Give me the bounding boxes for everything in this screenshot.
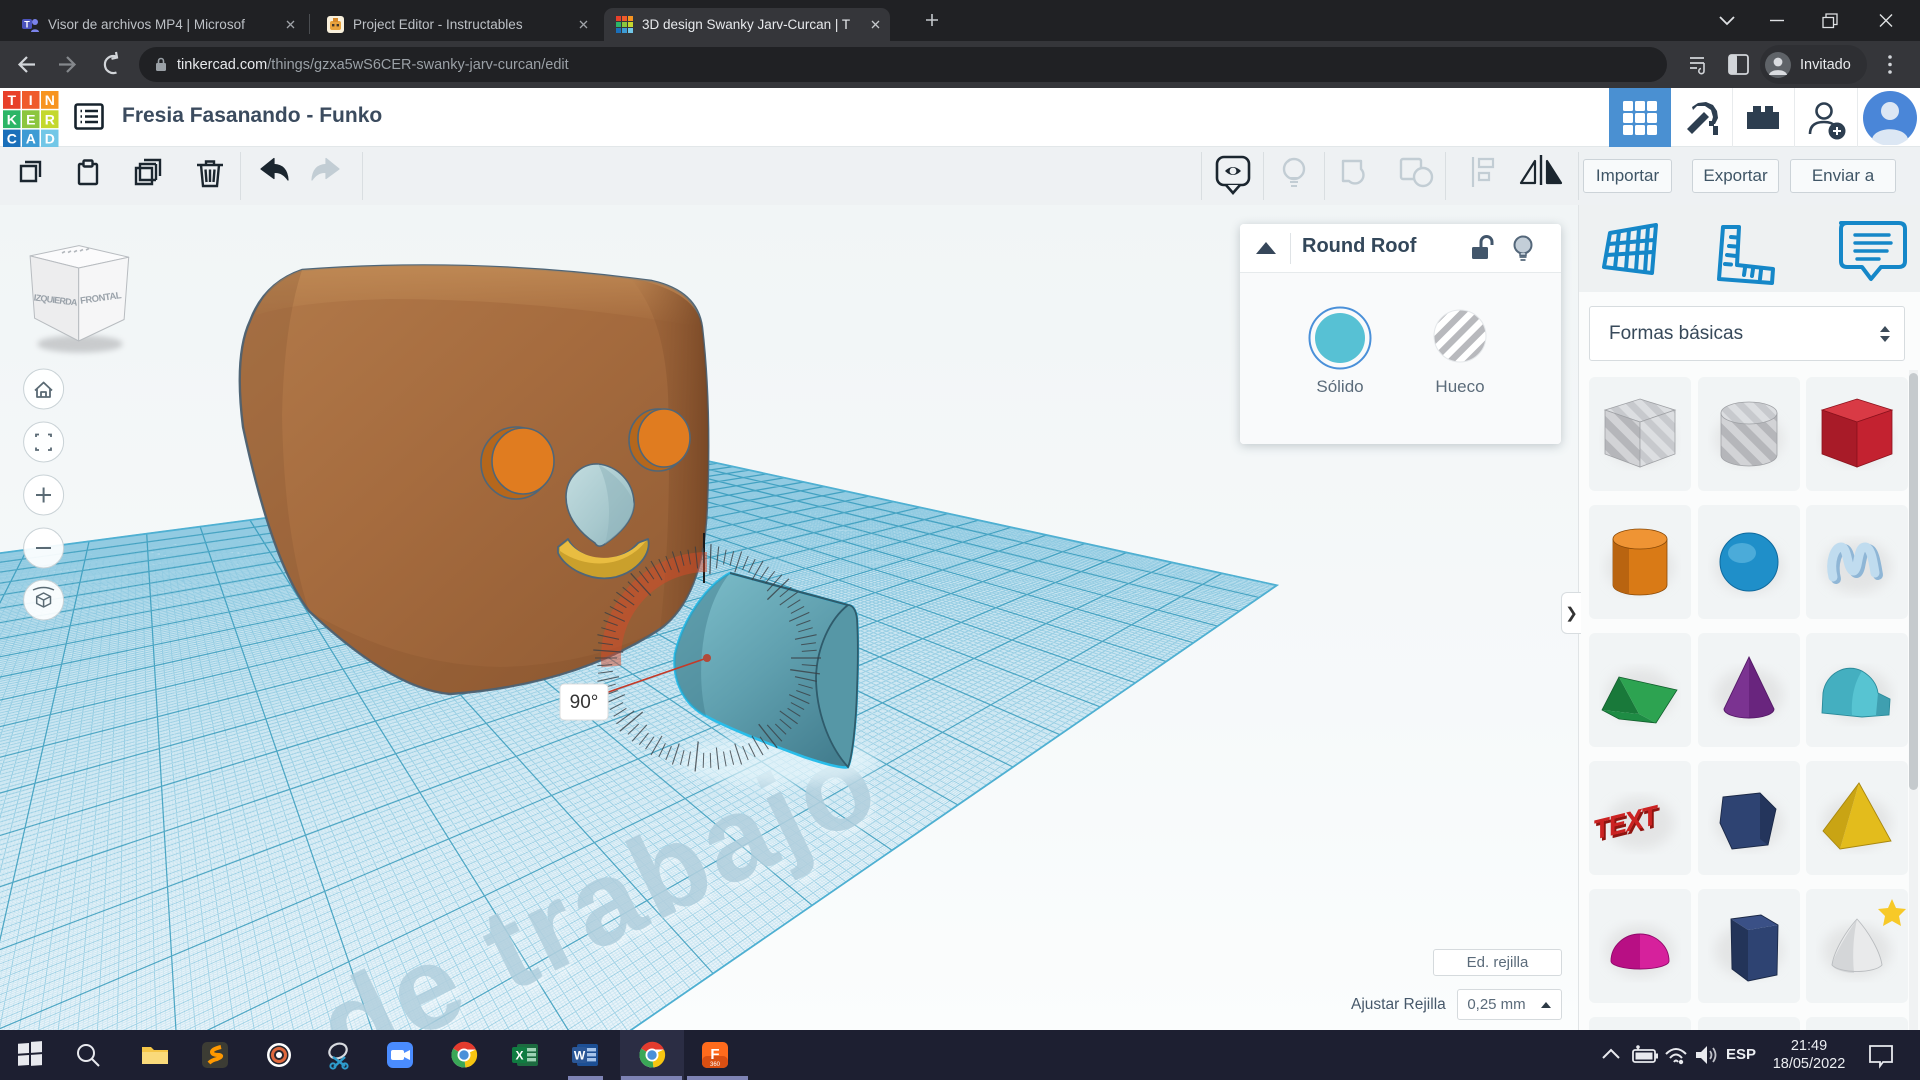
svg-text:W: W xyxy=(574,1049,586,1063)
svg-text:C: C xyxy=(7,131,17,147)
svg-text:Sólido: Sólido xyxy=(1316,377,1363,396)
svg-text:T: T xyxy=(7,92,16,108)
svg-text:90°: 90° xyxy=(570,692,599,713)
svg-text:E: E xyxy=(26,111,35,127)
svg-text:D: D xyxy=(45,131,55,147)
svg-text:K: K xyxy=(7,111,17,127)
svg-text:R: R xyxy=(45,111,55,127)
svg-text:X: X xyxy=(515,1049,523,1063)
svg-text:T: T xyxy=(24,20,30,30)
svg-text:N: N xyxy=(45,92,55,108)
svg-text:F: F xyxy=(710,1046,719,1063)
svg-text:360: 360 xyxy=(710,1062,721,1068)
svg-text:A: A xyxy=(26,131,36,147)
svg-text:Hueco: Hueco xyxy=(1435,377,1484,396)
svg-text:I: I xyxy=(29,92,33,108)
